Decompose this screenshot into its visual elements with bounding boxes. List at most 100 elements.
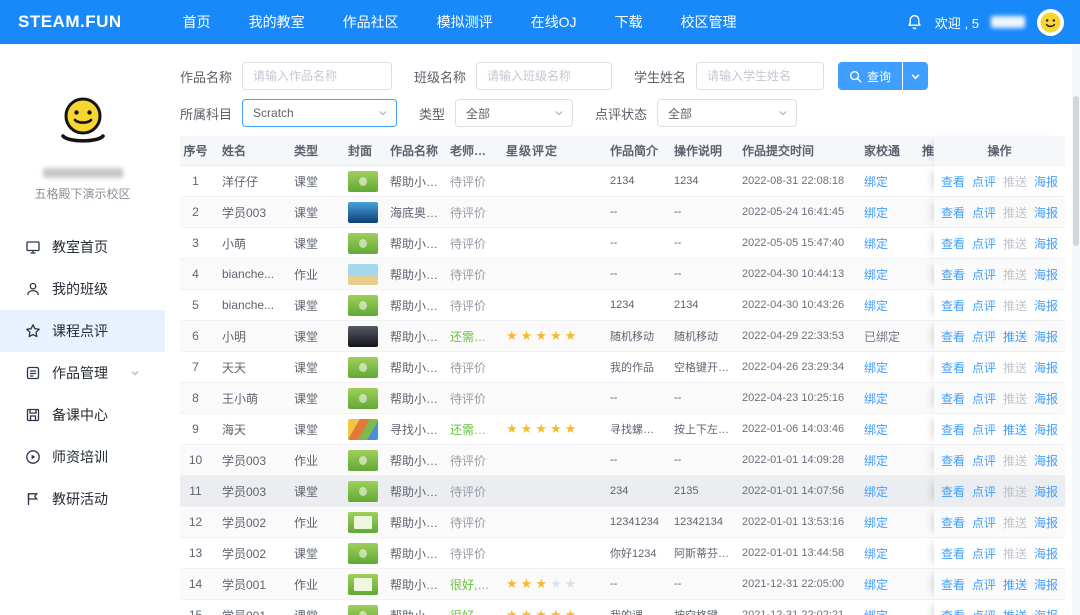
bind-link[interactable]: 绑定 (864, 392, 888, 406)
review-status-select[interactable]: 全部 (657, 99, 797, 127)
bind-link[interactable]: 绑定 (864, 361, 888, 375)
bind-link[interactable]: 绑定 (864, 206, 888, 220)
work-cover-thumbnail[interactable] (348, 543, 378, 564)
action-review[interactable]: 点评 (972, 607, 996, 615)
nav-item-5[interactable]: 在线OJ (512, 0, 596, 44)
work-cover-thumbnail[interactable] (348, 264, 378, 285)
student-name-input[interactable] (696, 62, 824, 90)
work-cover-thumbnail[interactable] (348, 388, 378, 409)
action-poster[interactable]: 海报 (1034, 235, 1058, 252)
action-view[interactable]: 查看 (941, 390, 965, 407)
action-review[interactable]: 点评 (972, 545, 996, 562)
work-cover-thumbnail[interactable] (348, 419, 378, 440)
bind-link[interactable]: 绑定 (864, 609, 888, 615)
action-view[interactable]: 查看 (941, 545, 965, 562)
work-cover-thumbnail[interactable] (348, 233, 378, 254)
bind-link[interactable]: 绑定 (864, 237, 888, 251)
action-view[interactable]: 查看 (941, 266, 965, 283)
action-view[interactable]: 查看 (941, 514, 965, 531)
action-review[interactable]: 点评 (972, 328, 996, 345)
bind-link[interactable]: 绑定 (864, 454, 888, 468)
action-push[interactable]: 推送 (1003, 421, 1027, 438)
action-review[interactable]: 点评 (972, 576, 996, 593)
bind-link[interactable]: 绑定 (864, 268, 888, 282)
action-review[interactable]: 点评 (972, 483, 996, 500)
action-review[interactable]: 点评 (972, 359, 996, 376)
action-poster[interactable]: 海报 (1034, 266, 1058, 283)
search-dropdown-button[interactable] (903, 62, 928, 90)
nav-item-1[interactable]: 首页 (164, 0, 230, 44)
action-view[interactable]: 查看 (941, 328, 965, 345)
work-cover-thumbnail[interactable] (348, 450, 378, 471)
work-cover-thumbnail[interactable] (348, 605, 378, 615)
action-review[interactable]: 点评 (972, 173, 996, 190)
action-view[interactable]: 查看 (941, 607, 965, 615)
work-cover-thumbnail[interactable] (348, 357, 378, 378)
bind-link[interactable]: 绑定 (864, 175, 888, 189)
action-view[interactable]: 查看 (941, 452, 965, 469)
action-poster[interactable]: 海报 (1034, 204, 1058, 221)
action-poster[interactable]: 海报 (1034, 359, 1058, 376)
bind-link[interactable]: 绑定 (864, 516, 888, 530)
action-poster[interactable]: 海报 (1034, 297, 1058, 314)
action-view[interactable]: 查看 (941, 297, 965, 314)
bind-link[interactable]: 绑定 (864, 299, 888, 313)
nav-item-6[interactable]: 下载 (596, 0, 662, 44)
action-poster[interactable]: 海报 (1034, 576, 1058, 593)
action-poster[interactable]: 海报 (1034, 390, 1058, 407)
work-cover-thumbnail[interactable] (348, 295, 378, 316)
notification-bell-icon[interactable] (906, 13, 923, 31)
action-push[interactable]: 推送 (1003, 607, 1027, 615)
action-view[interactable]: 查看 (941, 359, 965, 376)
action-review[interactable]: 点评 (972, 266, 996, 283)
work-cover-thumbnail[interactable] (348, 171, 378, 192)
action-view[interactable]: 查看 (941, 483, 965, 500)
nav-item-2[interactable]: 我的教室 (230, 0, 324, 44)
action-poster[interactable]: 海报 (1034, 421, 1058, 438)
sidebar-item-works[interactable]: 作品管理 (0, 352, 165, 394)
nav-item-4[interactable]: 模拟测评 (418, 0, 512, 44)
work-name-input[interactable] (242, 62, 392, 90)
action-poster[interactable]: 海报 (1034, 173, 1058, 190)
action-review[interactable]: 点评 (972, 204, 996, 221)
nav-item-7[interactable]: 校区管理 (662, 0, 756, 44)
action-view[interactable]: 查看 (941, 173, 965, 190)
type-select[interactable]: 全部 (455, 99, 573, 127)
action-push[interactable]: 推送 (1003, 328, 1027, 345)
bind-link[interactable]: 绑定 (864, 578, 888, 592)
action-review[interactable]: 点评 (972, 421, 996, 438)
action-review[interactable]: 点评 (972, 297, 996, 314)
action-review[interactable]: 点评 (972, 235, 996, 252)
subject-select[interactable]: Scratch (242, 99, 397, 127)
action-poster[interactable]: 海报 (1034, 328, 1058, 345)
work-cover-thumbnail[interactable] (348, 512, 378, 533)
nav-item-3[interactable]: 作品社区 (324, 0, 418, 44)
user-avatar[interactable] (1037, 9, 1064, 36)
sidebar-item-research[interactable]: 教研活动 (0, 478, 165, 520)
work-cover-thumbnail[interactable] (348, 202, 378, 223)
sidebar-item-classes[interactable]: 我的班级 (0, 268, 165, 310)
action-push[interactable]: 推送 (1003, 576, 1027, 593)
action-view[interactable]: 查看 (941, 576, 965, 593)
search-button[interactable]: 查询 (838, 62, 902, 90)
work-cover-thumbnail[interactable] (348, 574, 378, 595)
action-review[interactable]: 点评 (972, 452, 996, 469)
bind-link[interactable]: 绑定 (864, 423, 888, 437)
work-cover-thumbnail[interactable] (348, 326, 378, 347)
action-view[interactable]: 查看 (941, 204, 965, 221)
sidebar-item-prep[interactable]: 备课中心 (0, 394, 165, 436)
sidebar-item-training[interactable]: 师资培训 (0, 436, 165, 478)
action-poster[interactable]: 海报 (1034, 514, 1058, 531)
bind-link[interactable]: 绑定 (864, 485, 888, 499)
action-review[interactable]: 点评 (972, 514, 996, 531)
work-cover-thumbnail[interactable] (348, 481, 378, 502)
action-view[interactable]: 查看 (941, 421, 965, 438)
sidebar-item-review[interactable]: 课程点评 (0, 310, 165, 352)
action-poster[interactable]: 海报 (1034, 483, 1058, 500)
action-view[interactable]: 查看 (941, 235, 965, 252)
action-poster[interactable]: 海报 (1034, 545, 1058, 562)
action-review[interactable]: 点评 (972, 390, 996, 407)
action-poster[interactable]: 海报 (1034, 452, 1058, 469)
action-poster[interactable]: 海报 (1034, 607, 1058, 615)
scrollbar-thumb[interactable] (1073, 96, 1079, 246)
